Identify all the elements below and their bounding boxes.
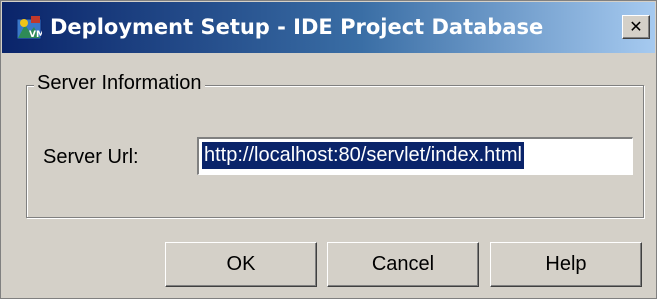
ok-button[interactable]: OK — [165, 242, 317, 287]
close-button[interactable]: ✕ — [622, 15, 650, 39]
app-icon: VM — [16, 15, 45, 41]
title-bar[interactable]: VM Deployment Setup - IDE Project Databa… — [2, 2, 655, 53]
server-url-input[interactable] — [197, 137, 633, 175]
window-title: Deployment Setup - IDE Project Database — [50, 15, 544, 39]
help-button[interactable]: Help — [490, 242, 642, 287]
svg-text:VM: VM — [29, 30, 42, 40]
group-label: Server Information — [34, 68, 205, 98]
close-icon: ✕ — [629, 17, 643, 36]
cancel-button[interactable]: Cancel — [327, 242, 479, 287]
deployment-setup-dialog: VM Deployment Setup - IDE Project Databa… — [0, 0, 657, 299]
server-url-label: Server Url: — [43, 146, 139, 168]
